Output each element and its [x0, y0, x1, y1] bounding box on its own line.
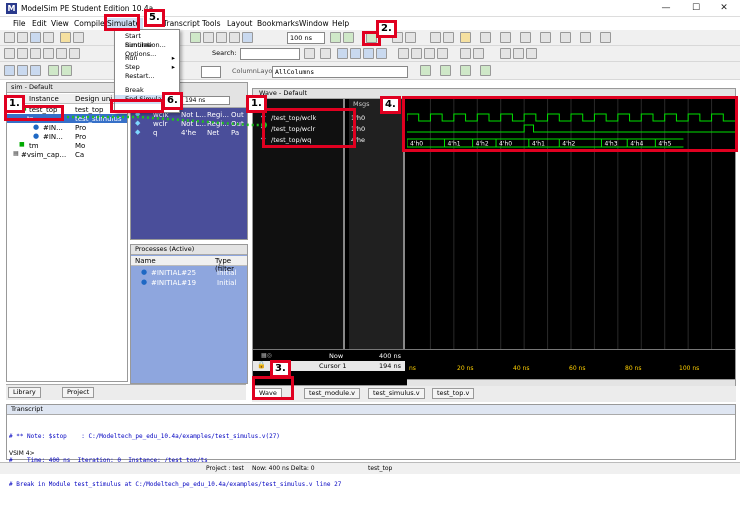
transcript-line: # Break in Module test_stimulus at C:/Mo…: [9, 481, 342, 488]
annotation-label-3: 3.: [270, 360, 291, 378]
annotation-label-2: 2.: [376, 20, 397, 38]
annotation-label-1b: 1.: [246, 95, 267, 113]
annotation-connector: [62, 115, 267, 128]
annotation-label-6: 6.: [162, 92, 183, 110]
annotation-label-1a: 1.: [4, 95, 25, 113]
annotation-label-4: 4.: [380, 96, 401, 114]
annotation-label-5: 5.: [144, 9, 165, 27]
